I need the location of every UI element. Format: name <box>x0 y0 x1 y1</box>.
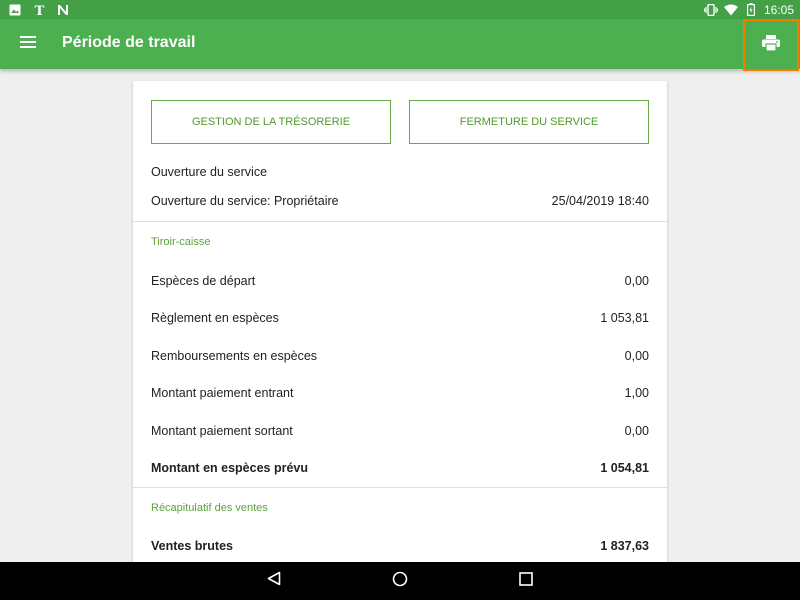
cash-drawer-title: Tiroir-caisse <box>151 236 211 248</box>
cash-row-value: 1 053,81 <box>600 311 649 325</box>
app-bar: Période de travail <box>0 19 800 71</box>
gross-sales-label: Ventes brutes <box>151 539 233 553</box>
svg-text:T: T <box>34 4 44 17</box>
cash-row-value: 0,00 <box>624 349 649 363</box>
menu-button[interactable] <box>14 31 42 57</box>
home-button[interactable] <box>389 571 411 591</box>
recent-apps-button[interactable] <box>515 571 537 591</box>
cash-row-label: Règlement en espèces <box>151 311 279 325</box>
treasury-management-button[interactable]: GESTION DE LA TRÉSORERIE <box>151 100 391 144</box>
battery-icon <box>744 3 758 17</box>
cash-row-value: 1,00 <box>624 386 649 400</box>
gross-sales-row: Ventes brutes 1 837,63 <box>151 537 649 555</box>
cash-row-label: Montant paiement sortant <box>151 424 293 438</box>
opening-label: Ouverture du service: Propriétaire <box>151 194 339 208</box>
navigation-bar <box>0 562 800 600</box>
opening-heading: Ouverture du service <box>151 163 649 181</box>
divider <box>133 221 667 222</box>
cash-row: Règlement en espèces 1 053,81 <box>151 309 649 327</box>
cash-row-label: Espèces de départ <box>151 274 256 288</box>
wifi-icon <box>723 3 738 17</box>
opening-heading-label: Ouverture du service <box>151 165 268 179</box>
image-icon <box>8 3 22 17</box>
expected-cash-label: Montant en espèces prévu <box>151 461 308 475</box>
hamburger-menu-icon <box>20 35 36 53</box>
n-app-icon <box>56 3 70 17</box>
cash-row: Espèces de départ 0,00 <box>151 272 649 290</box>
cash-row: Remboursements en espèces 0,00 <box>151 347 649 365</box>
gross-sales-value: 1 837,63 <box>600 539 649 553</box>
cash-row: Montant paiement sortant 0,00 <box>151 422 649 440</box>
work-period-card: GESTION DE LA TRÉSORERIE FERMETURE DU SE… <box>133 81 667 562</box>
cash-row-label: Remboursements en espèces <box>151 349 318 363</box>
divider <box>133 487 667 488</box>
vibrate-icon <box>703 3 718 17</box>
sales-summary-title: Récapitulatif des ventes <box>151 502 268 514</box>
print-button[interactable] <box>743 19 799 71</box>
cash-row-value: 0,00 <box>624 274 649 288</box>
back-button[interactable] <box>263 571 285 591</box>
page-title: Période de travail <box>62 34 196 51</box>
cash-row: Montant paiement entrant 1,00 <box>151 384 649 402</box>
cash-row-value: 0,00 <box>624 424 649 438</box>
home-icon <box>392 571 408 592</box>
recent-apps-icon <box>519 571 533 591</box>
close-service-button[interactable]: FERMETURE DU SERVICE <box>409 100 649 144</box>
back-icon <box>267 571 281 591</box>
nyt-icon: T <box>32 3 46 17</box>
expected-cash-row: Montant en espèces prévu 1 054,81 <box>151 459 649 477</box>
expected-cash-value: 1 054,81 <box>600 461 649 475</box>
print-icon <box>762 34 780 56</box>
opening-date: 25/04/2019 18:40 <box>551 194 649 208</box>
cash-row-label: Montant paiement entrant <box>151 386 294 400</box>
opening-row: Ouverture du service: Propriétaire 25/04… <box>151 192 649 210</box>
status-bar: T 16:05 <box>0 0 800 19</box>
status-time: 16:05 <box>763 2 794 17</box>
